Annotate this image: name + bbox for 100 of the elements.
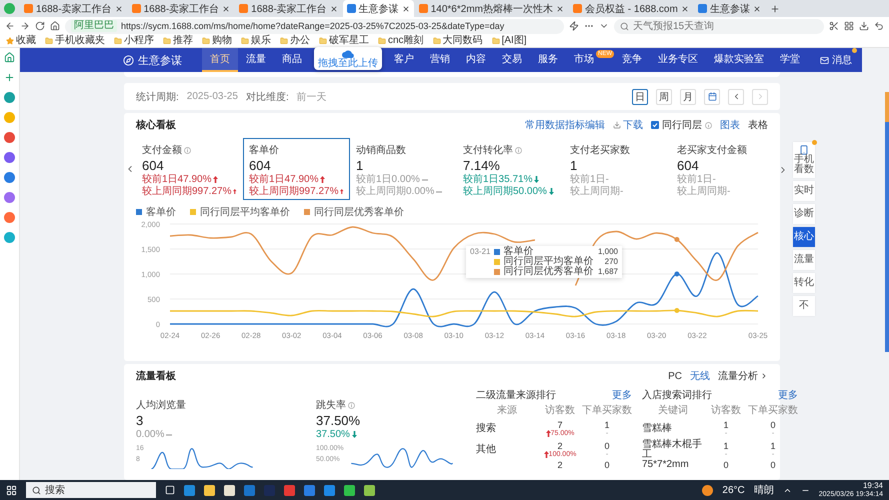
metric-value: 1 — [570, 158, 578, 173]
side-tab[interactable]: 诊断 — [793, 204, 815, 224]
table-title: 二级流量来源排行 — [476, 388, 556, 402]
browser-tab[interactable]: 会员权益 - 1688.com — [569, 0, 693, 17]
side-tab[interactable]: 核心 — [793, 227, 815, 247]
metric-change: 较上周同期- — [570, 186, 624, 197]
browser-tab[interactable]: 1688-卖家工作台 — [235, 0, 342, 17]
metric-value: 7.14% — [463, 158, 501, 173]
tooltip-date: 03-21 — [470, 247, 490, 257]
toolbar-link[interactable]: 常用数据指标编辑 — [525, 118, 605, 132]
device-toggle[interactable]: PC — [668, 370, 682, 382]
taskbar-search-field[interactable]: 搜索 — [26, 482, 156, 498]
table-cell-text: 雪糕棒木棍手工 — [642, 440, 703, 460]
tooltip-label: 客单价 — [503, 247, 534, 257]
nav-item[interactable]: 首页 — [202, 48, 238, 72]
tooltip-value: 270 — [604, 257, 618, 267]
metric-change: 较上周同期- — [677, 186, 730, 197]
table-cell: 1 — [723, 440, 728, 450]
bookmark[interactable]: 购物 — [202, 35, 232, 47]
metric-card[interactable]: 支付老买家数 1 较前1日- 较上周同期- — [564, 138, 671, 200]
column-header: 访客数 — [710, 404, 742, 417]
period-mode-button[interactable]: 周 — [656, 88, 672, 104]
search-field[interactable]: 天气预报15天查询 — [614, 18, 824, 34]
nav-item[interactable]: 学堂 — [772, 48, 808, 72]
nav-item[interactable]: 客户 — [386, 48, 422, 72]
metric-card[interactable]: 支付转化率 7.14% 较前1日35.71% 较上周同期50.00% — [457, 138, 564, 200]
bookmark[interactable]: 小程序 — [114, 35, 154, 47]
bookmark[interactable]: 手机收藏夹 — [45, 35, 105, 47]
table-cell: 2 — [557, 460, 562, 470]
nav-item[interactable]: 交易 — [494, 48, 530, 72]
browser-tab[interactable]: 140*6*2mm热熔棒一次性木 — [414, 0, 568, 17]
nav-item[interactable]: 服务 — [530, 48, 566, 72]
more-link[interactable]: 更多 — [612, 388, 632, 402]
compare-value: 前一天 — [296, 90, 328, 104]
table-title: 入店搜索词排行 — [642, 388, 712, 402]
browser-tab[interactable]: 1688-卖家工作台 — [128, 0, 234, 17]
side-tab[interactable]: 流量 — [793, 250, 815, 270]
site-logo[interactable]: 生意参谋 — [123, 52, 182, 68]
metric-change: 0.00% — [136, 429, 164, 440]
side-tab[interactable]: 手机看数 — [793, 142, 815, 178]
column-header: 下单买家数 — [582, 404, 632, 417]
metric-change: 较前1日- — [677, 174, 716, 185]
bookmark[interactable]: cnc雕刻 — [378, 35, 424, 47]
metric-card[interactable]: 客单价 604 较前1日47.90% 较上周同期997.27% — [243, 138, 350, 200]
side-tab[interactable]: 不 — [793, 296, 815, 316]
nav-item[interactable]: 爆款实验室 — [706, 48, 772, 72]
metric-name: 人均浏览量 — [136, 398, 186, 412]
nav-item[interactable]: 内容 — [458, 48, 494, 72]
toolbar-link[interactable]: 下载 — [613, 118, 643, 132]
bookmark[interactable]: 办公 — [280, 35, 310, 47]
metric-change: 较上周同期997.27% — [249, 186, 338, 197]
metric-card[interactable]: 支付金额 604 较前1日47.90% 较上周同期997.27% — [136, 138, 243, 200]
legend-label[interactable]: 客单价 — [146, 204, 176, 218]
side-tab[interactable]: 实时 — [793, 181, 815, 201]
column-header: 关键词 — [657, 404, 689, 417]
metric-change: 37.50% — [316, 429, 350, 440]
messages-link[interactable]: 消息 — [820, 53, 852, 67]
metric-change: 较前1日47.90% — [249, 174, 318, 185]
browser-tab[interactable]: 生意参谋 — [342, 0, 414, 17]
table-cell: 0 — [723, 460, 728, 470]
bookmark[interactable]: [AI图] — [492, 35, 527, 47]
browser-tab[interactable]: 1688-卖家工作台 — [20, 0, 127, 17]
metric-change: 较上周同期0.00% — [356, 186, 434, 197]
site-badge: 阿里巴巴 — [71, 20, 117, 32]
upload-popup[interactable]: 拖拽至此上传 — [314, 47, 382, 70]
view-toggle[interactable]: 表格 — [748, 118, 768, 132]
metric-change: 较前1日47.90% — [142, 174, 212, 185]
metric-value: 604 — [249, 158, 272, 173]
analysis-link[interactable]: 流量分析 — [718, 369, 768, 383]
weather-temperature: 26°C — [722, 484, 745, 496]
nav-item[interactable]: 竞争 — [614, 48, 650, 72]
metric-card[interactable]: 动销商品数 1 较前1日0.00% 较上周同期0.00% — [350, 138, 457, 200]
metric-card[interactable]: 老买家支付金额 604 较前1日- 较上周同期- — [671, 138, 778, 200]
table-cell: 0 — [770, 420, 776, 430]
period-mode-button[interactable]: 日 — [632, 88, 648, 104]
more-link[interactable]: 更多 — [778, 388, 798, 402]
period-mode-button[interactable]: 月 — [680, 88, 696, 104]
bookmark[interactable]: 娱乐 — [241, 35, 271, 47]
tooltip-label: 同行同层优秀客单价 — [503, 267, 594, 277]
legend-label[interactable]: 同行同层平均客单价 — [200, 204, 290, 218]
checkbox-label[interactable]: 同行同层 — [662, 118, 702, 132]
metric-value: 604 — [677, 158, 700, 173]
address-field[interactable]: 阿里巴巴 https://sycm.1688.com/ms/home/home?dateRange=2025-03-25%7C2025-03-25&dateType=day — [65, 18, 564, 34]
tooltip-value: 1,000 — [598, 247, 618, 257]
bookmark[interactable]: 推荐 — [163, 35, 193, 47]
table-cell: 搜索 — [476, 424, 496, 434]
nav-item[interactable]: 业务专区 — [650, 48, 706, 72]
bookmark[interactable]: 破军星工 — [319, 35, 369, 47]
nav-item[interactable]: 营销 — [422, 48, 458, 72]
browser-tab[interactable]: 生意参谋 — [694, 0, 765, 17]
nav-item[interactable]: 流量 — [238, 48, 274, 72]
side-tab[interactable]: 转化 — [793, 273, 815, 293]
bookmark[interactable]: 收藏 — [6, 35, 36, 47]
nav-item[interactable]: 商品 — [274, 48, 310, 72]
bookmark[interactable]: 大同数码 — [432, 35, 483, 47]
section-title: 流量看板 — [136, 369, 177, 383]
view-toggle[interactable]: 图表 — [720, 118, 740, 132]
device-toggle[interactable]: 无线 — [690, 369, 710, 383]
table-cell: 其他 — [476, 444, 496, 454]
legend-label[interactable]: 同行同层优秀客单价 — [314, 204, 404, 218]
